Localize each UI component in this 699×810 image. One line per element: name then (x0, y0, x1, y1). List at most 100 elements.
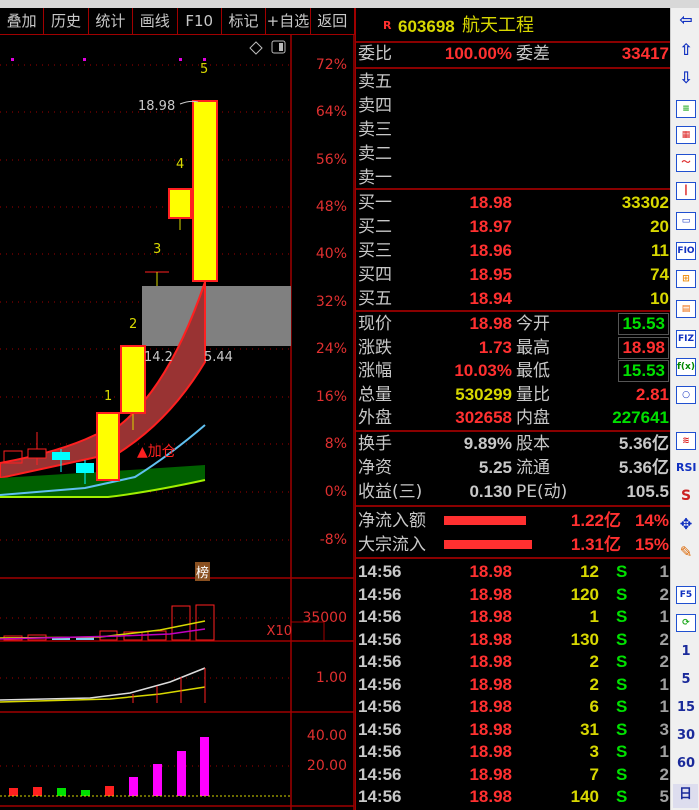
period-day-button[interactable]: 日 (673, 784, 698, 808)
indicator-axis-tick: 20.00 (306, 758, 347, 774)
period-60-button[interactable]: 60 (676, 756, 696, 774)
draw-line-button[interactable]: 画线 (133, 8, 178, 34)
axis-tick: -8% (319, 532, 347, 548)
value: 5.36亿 (618, 434, 669, 453)
back-button[interactable]: 返回 (311, 8, 355, 34)
label: 卖二 (358, 144, 392, 164)
label: 流通 (516, 458, 550, 478)
label: 买三 (358, 241, 392, 261)
value: 2.81 (635, 384, 669, 404)
trade-time: 14:56 (358, 674, 402, 694)
arrow-down-icon[interactable]: ⇩ (676, 70, 696, 88)
label: 大宗流入 (358, 535, 426, 555)
buy-row: 买三 18.96 11 (358, 239, 669, 263)
candlestick-icon[interactable]: ┃ (676, 182, 696, 200)
s-icon[interactable]: S (676, 488, 696, 506)
f5-icon[interactable]: F5 (676, 586, 696, 604)
period-15-button[interactable]: 15 (676, 700, 696, 718)
label: 净资 (358, 458, 392, 478)
period-5-button[interactable]: 5 (676, 672, 696, 690)
label: 卖五 (358, 72, 392, 92)
trade-time: 14:56 (358, 787, 402, 806)
trade-side: S (616, 607, 628, 626)
fund-flow-row: 大宗流入 1.31亿 15% (358, 533, 669, 557)
value: 105.5 (626, 482, 669, 501)
quote-panel: R 603698 航天工程 委比 100.00% 委差 33417 卖五 卖四 … (355, 8, 671, 810)
line-chart-icon[interactable]: 〜 (676, 154, 696, 172)
fundamental-row: 净资 5.25 流通 5.36亿 (358, 456, 669, 480)
axis-tick: 16% (315, 389, 347, 405)
trade-time: 14:56 (358, 607, 402, 626)
mark-button[interactable]: 标记 (222, 8, 267, 34)
history-button[interactable]: 历史 (44, 8, 89, 34)
gap-low-label: 14.2 (144, 350, 173, 365)
trade-price: 18.98 (469, 787, 512, 806)
wave-label: 3 (153, 242, 162, 257)
flow-bar (444, 516, 526, 525)
label: 买二 (358, 217, 392, 237)
period-30-button[interactable]: 30 (676, 728, 696, 746)
refresh-icon[interactable]: ⟳ (676, 614, 696, 632)
value: 10.03% (454, 361, 512, 380)
label: 委差 (516, 44, 550, 64)
tree-icon[interactable]: ⊞ (676, 270, 696, 288)
label: 卖三 (358, 120, 392, 140)
trade-volume: 120 (570, 584, 599, 604)
stock-code: 603698 (398, 17, 455, 36)
label: 买五 (358, 289, 392, 309)
value: 302658 (455, 408, 512, 427)
trade-side: S (616, 764, 628, 784)
quote-list-icon[interactable]: ≡ (676, 100, 696, 118)
add-watchlist-button[interactable]: +自选 (266, 8, 311, 34)
flow-percent: 14% (634, 511, 669, 530)
trade-count: 1 (659, 697, 669, 716)
label: 量比 (516, 384, 550, 405)
label: 委比 (358, 44, 392, 64)
trade-time: 14:56 (358, 652, 402, 671)
trade-count: 2 (659, 652, 669, 671)
trade-count: 1 (659, 674, 669, 694)
diamond-icon (249, 41, 263, 55)
trade-side: S (616, 629, 628, 649)
trade-price: 18.98 (469, 674, 512, 694)
trade-side: S (616, 674, 628, 694)
axis-tick: 56% (315, 152, 347, 168)
grid-table-icon[interactable]: ▦ (676, 126, 696, 144)
trade-row: 14:56 18.98 3 S 1 (358, 740, 669, 764)
arrow-up-icon[interactable]: ⇧ (676, 42, 696, 60)
flow-amount: 1.31亿 (570, 535, 621, 554)
period-1-button[interactable]: 1 (676, 644, 696, 662)
trade-side: S (616, 652, 628, 671)
circle-icon[interactable]: ○ (676, 386, 696, 404)
wave-indicator-icon[interactable]: ≋ (676, 432, 696, 450)
panel-toggle-icon (271, 40, 286, 54)
trade-price: 18.98 (469, 629, 512, 649)
trade-count: 2 (659, 764, 669, 784)
indicator-axis-tick: 1.00 (315, 670, 347, 686)
notes-icon[interactable]: ▤ (676, 300, 696, 318)
trade-volume: 2 (589, 674, 599, 694)
pencil-icon[interactable]: ✎ (676, 544, 696, 562)
windows-icon[interactable]: ▭ (676, 212, 696, 230)
f12-icon[interactable]: FIZ (676, 330, 696, 348)
label: 收益(三) (358, 482, 423, 502)
formula-icon[interactable]: f(x) (676, 358, 696, 376)
arrow-left-icon[interactable]: ⇦ (676, 12, 696, 30)
fundamental-row: 换手 9.89% 股本 5.36亿 (358, 432, 669, 456)
indicator-white-line (0, 667, 206, 701)
label: 内盘 (516, 408, 550, 428)
rsi-icon[interactable]: RSI (676, 460, 697, 478)
f10-button[interactable]: F10 (178, 8, 222, 34)
overlay-button[interactable]: 叠加 (0, 8, 45, 34)
label: 总量 (358, 384, 392, 405)
flow-percent: 15% (634, 535, 669, 554)
buy-row: 买五 18.94 10 (358, 287, 669, 311)
rank-badge[interactable]: 榜 (195, 562, 211, 581)
trade-side: S (616, 742, 628, 761)
f10-icon[interactable]: FIO (676, 242, 696, 260)
value: 0.130 (469, 482, 512, 501)
statistics-button[interactable]: 统计 (89, 8, 134, 34)
window-top-strip (0, 0, 699, 8)
axis-tick: 8% (324, 436, 347, 452)
move-icon[interactable]: ✥ (676, 516, 696, 534)
